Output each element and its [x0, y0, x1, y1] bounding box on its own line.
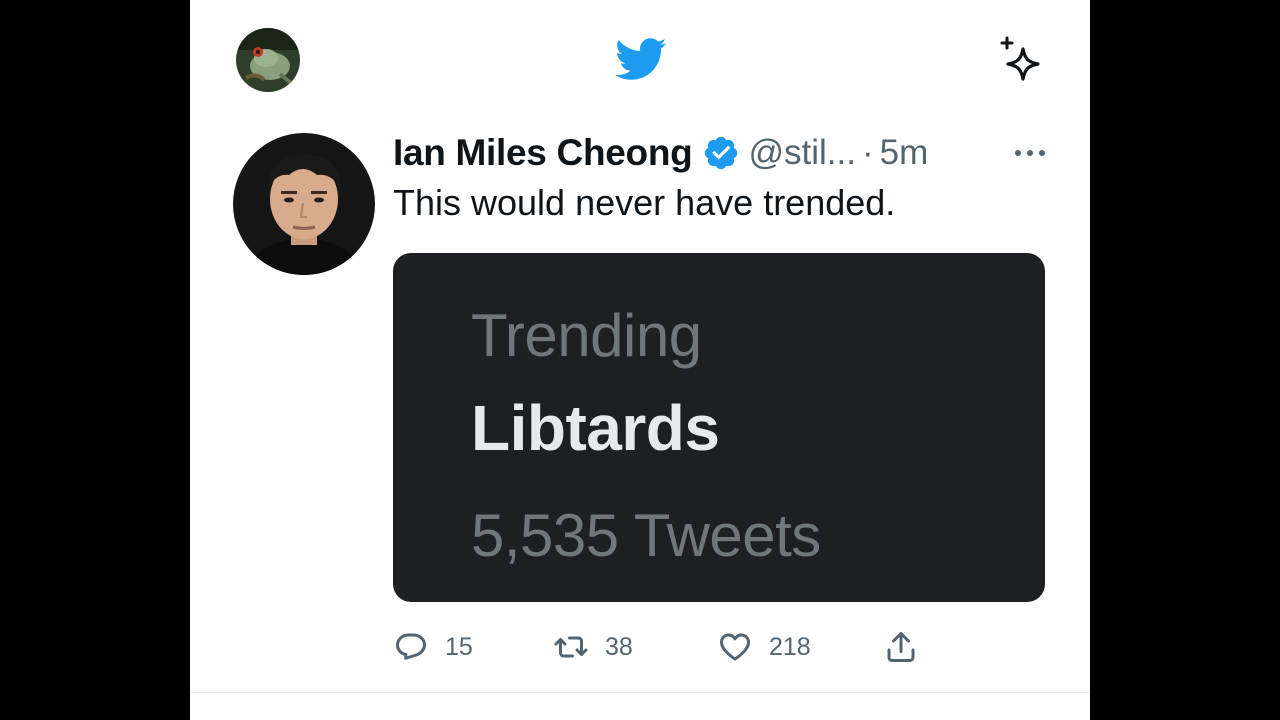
- like-count: 218: [769, 632, 811, 661]
- frog-avatar-image: [236, 28, 300, 92]
- retweet-button[interactable]: 38: [553, 625, 633, 669]
- retweet-count: 38: [605, 632, 633, 661]
- top-bar: [190, 0, 1090, 120]
- trending-label: Trending: [471, 302, 702, 369]
- twitter-app-frame: Ian Miles Cheong @stil... · 5m This woul…: [190, 0, 1090, 720]
- like-button[interactable]: 218: [717, 625, 811, 669]
- author-name[interactable]: Ian Miles Cheong: [393, 132, 693, 174]
- tweet-timestamp[interactable]: 5m: [880, 133, 929, 173]
- profile-avatar[interactable]: [236, 28, 300, 92]
- author-handle[interactable]: @stil...: [748, 133, 855, 173]
- author-avatar[interactable]: [233, 133, 375, 275]
- tweet-media-image[interactable]: Trending Libtards 5,535 Tweets: [393, 253, 1045, 602]
- twitter-bird-icon[interactable]: [610, 32, 670, 86]
- reply-button[interactable]: 15: [393, 625, 473, 669]
- sparkle-icon[interactable]: [996, 35, 1046, 85]
- trending-topic: Libtards: [471, 392, 720, 464]
- share-icon: [887, 632, 915, 662]
- verified-badge-icon: [705, 136, 738, 170]
- reply-icon: [396, 633, 426, 660]
- more-options-icon[interactable]: [1010, 138, 1050, 168]
- tweet-header: Ian Miles Cheong @stil... · 5m: [393, 128, 928, 178]
- trending-tweet-count: 5,535 Tweets: [471, 502, 821, 569]
- reply-count: 15: [445, 632, 473, 661]
- tweet-divider: [190, 692, 1090, 693]
- heart-icon: [720, 633, 750, 661]
- share-button[interactable]: [883, 625, 919, 669]
- tweet-text: This would never have trended.: [393, 182, 896, 223]
- author-photo: [233, 133, 375, 275]
- tweet-actions: 15 38 218: [393, 625, 953, 669]
- retweet-icon: [554, 636, 588, 658]
- separator-dot: ·: [861, 133, 874, 172]
